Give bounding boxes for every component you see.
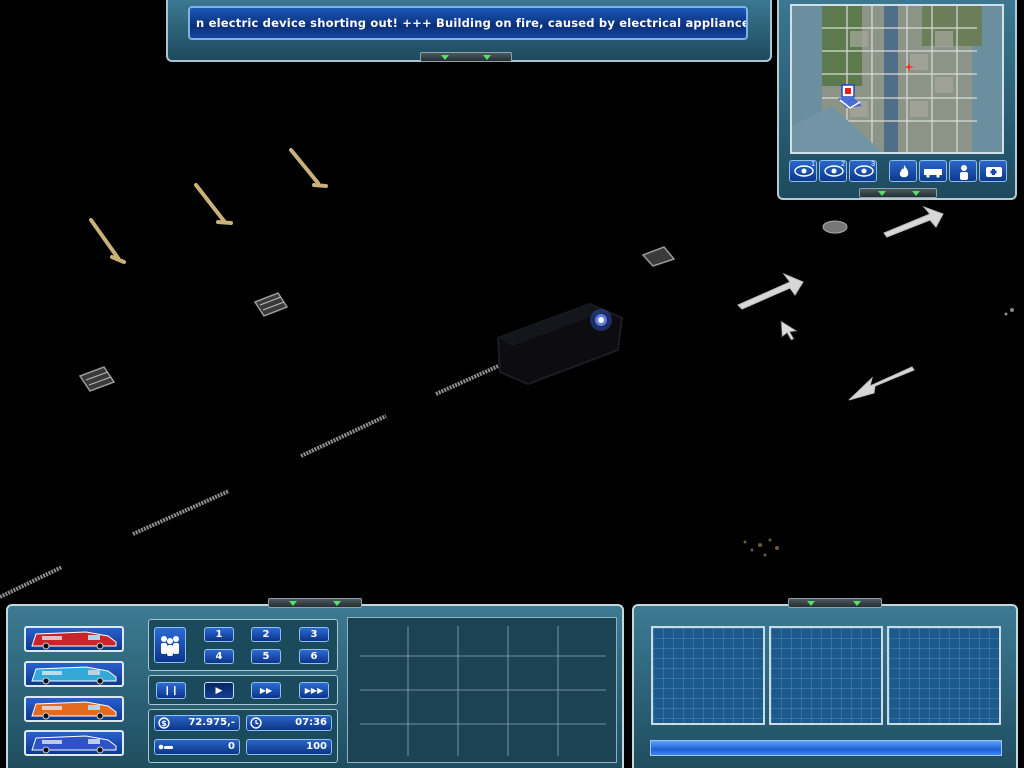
camera-number-label: 1 [811, 161, 815, 168]
minimap-panel: 1 2 3 [777, 0, 1017, 200]
stretcher-icon [158, 741, 174, 756]
news-ticker[interactable]: n electric device shorting out! +++ Buil… [188, 6, 748, 40]
group-4-button[interactable]: 4 [204, 649, 234, 664]
news-ticker-frame: n electric device shorting out! +++ Buil… [166, 0, 772, 62]
manhole-cover [822, 220, 848, 234]
chevron-down-icon [483, 55, 491, 60]
police-car-button[interactable] [24, 730, 124, 756]
pause-button[interactable]: ❙❙ [156, 682, 186, 699]
info-slot-3[interactable] [887, 626, 1001, 725]
score-display: 100 [246, 739, 332, 755]
svg-text:$: $ [161, 719, 167, 728]
camera-number-label: 3 [871, 161, 875, 168]
clock-icon [250, 717, 262, 732]
camera-2-button[interactable]: 2 [819, 160, 847, 182]
unit-selection-grid[interactable] [347, 617, 617, 763]
rescue-car-button[interactable] [24, 661, 124, 687]
camera-3-button[interactable]: 3 [849, 160, 877, 182]
fire-engine-button[interactable] [24, 626, 124, 652]
info-panel-collapse-tab[interactable] [788, 598, 882, 608]
status-panel: $ 72.975,- 07:36 0 100 [148, 709, 338, 763]
info-slot-2[interactable] [769, 626, 883, 725]
play-button[interactable]: ▶ [204, 682, 234, 699]
ticker-collapse-tab[interactable] [420, 52, 512, 62]
vehicle-filter-button[interactable] [919, 160, 947, 182]
ambulance-filter-button[interactable] [979, 160, 1007, 182]
fastest-forward-button[interactable]: ▶▶▶ [299, 682, 329, 699]
chevron-down-icon [289, 601, 297, 606]
group-3-button[interactable]: 3 [299, 627, 329, 642]
time-value: 07:36 [295, 717, 327, 728]
group-2-button[interactable]: 2 [251, 627, 281, 642]
score-value: 100 [306, 741, 327, 752]
chevron-down-icon [441, 55, 449, 60]
minimap-collapse-tab[interactable] [859, 188, 937, 198]
chevron-down-icon [333, 601, 341, 606]
injured-display: 0 [154, 739, 240, 755]
injured-value: 0 [228, 741, 235, 752]
ambulance-button[interactable] [24, 696, 124, 722]
time-display: 07:36 [246, 715, 332, 731]
info-progress-bar [650, 740, 1002, 756]
rescue-car-icon [26, 666, 122, 685]
chevron-down-icon [853, 601, 861, 606]
group-5-button[interactable]: 5 [251, 649, 281, 664]
fast-forward-icon: ▶▶ [259, 686, 273, 695]
ticker-text: n electric device shorting out! +++ Buil… [196, 16, 748, 30]
command-panel-collapse-tab[interactable] [268, 598, 362, 608]
money-value: 72.975,- [188, 717, 235, 728]
police-car-icon [26, 735, 122, 754]
group-people-icon [161, 636, 179, 656]
chevron-down-icon [912, 191, 920, 196]
personnel-filter-button[interactable] [949, 160, 977, 182]
fire-filter-button[interactable] [889, 160, 917, 182]
play-icon: ▶ [215, 685, 223, 695]
camera-1-button[interactable]: 1 [789, 160, 817, 182]
minimap[interactable] [790, 4, 1004, 154]
incident-marker-icon[interactable] [904, 62, 914, 72]
chevron-down-icon [807, 601, 815, 606]
ambulance-icon [26, 701, 122, 720]
unit-group-panel: 1 2 3 4 5 6 [148, 619, 338, 671]
group-6-button[interactable]: 6 [299, 649, 329, 664]
game-speed-panel: ❙❙ ▶ ▶▶ ▶▶▶ [148, 675, 338, 705]
pause-icon: ❙❙ [163, 685, 179, 695]
camera-number-label: 2 [841, 161, 845, 168]
chevron-down-icon [878, 191, 886, 196]
fire-engine-icon [26, 631, 122, 650]
info-slot-1[interactable] [651, 626, 765, 725]
info-progress-fill [651, 741, 1001, 755]
select-all-units-button[interactable] [154, 627, 186, 663]
fast-forward-button[interactable]: ▶▶ [251, 682, 281, 699]
camera-view-marker-icon[interactable] [836, 84, 866, 110]
fastest-forward-icon: ▶▶▶ [304, 686, 324, 695]
money-icon: $ [158, 717, 170, 732]
money-display: $ 72.975,- [154, 715, 240, 731]
group-1-button[interactable]: 1 [204, 627, 234, 642]
